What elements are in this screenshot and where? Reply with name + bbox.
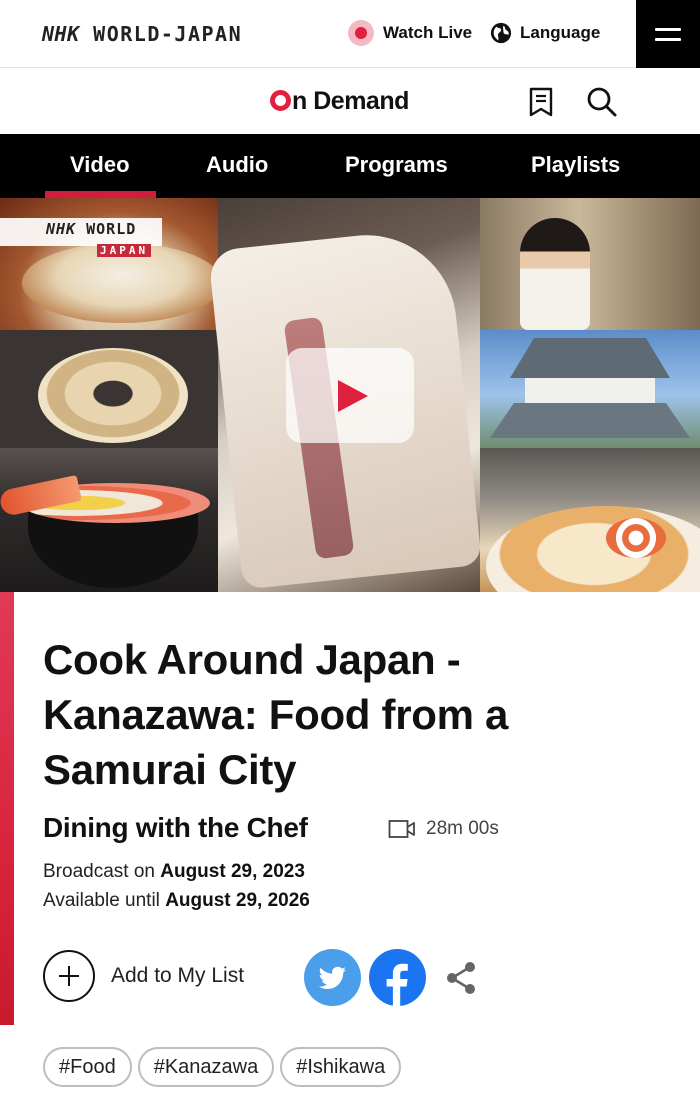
thumbnail-tile-market: [480, 198, 700, 330]
broadcast-date-line: Broadcast on August 29, 2023: [43, 861, 305, 883]
twitter-share-button[interactable]: [304, 949, 361, 1006]
castle-roof-image: [510, 338, 670, 378]
available-until-line: Available until August 29, 2026: [43, 890, 310, 912]
broadcast-prefix: Broadcast on: [43, 861, 155, 882]
logo-text: WORLD-JAPAN: [93, 22, 243, 46]
ring-bread-image: [38, 348, 188, 443]
episode-duration: 28m 00s: [388, 818, 499, 840]
nhk-world-japan-logo[interactable]: NHK WORLD-JAPAN: [42, 22, 242, 46]
accent-bar: [0, 592, 14, 1025]
language-label: Language: [520, 23, 601, 42]
castle-lower-roof-image: [490, 403, 690, 438]
tag-kanazawa[interactable]: #Kanazawa: [137, 1047, 275, 1087]
available-date: August 29, 2026: [165, 890, 310, 911]
watch-live-label: Watch Live: [383, 23, 473, 42]
menu-icon-line: [655, 37, 681, 41]
facebook-share-button[interactable]: [369, 949, 426, 1006]
search-icon[interactable]: [586, 86, 618, 118]
program-name-link[interactable]: Dining with the Chef: [43, 812, 308, 844]
nhk-world-badge: NHK WORLD JAPAN: [0, 218, 162, 257]
menu-button[interactable]: [636, 0, 700, 68]
duration-text: 28m 00s: [426, 818, 499, 839]
on-demand-word: Demand: [313, 87, 409, 115]
on-demand-letter: n: [292, 87, 307, 115]
twitter-icon: [318, 966, 346, 989]
available-prefix: Available until: [43, 890, 160, 911]
naruto-image: [606, 518, 666, 558]
menu-icon: [655, 27, 681, 31]
facebook-icon: [386, 963, 408, 1006]
globe-icon: [490, 22, 512, 44]
video-camera-icon: [388, 820, 415, 838]
add-to-my-list-button[interactable]: Add to My List: [43, 950, 244, 1002]
tag-food[interactable]: #Food: [43, 1047, 132, 1087]
tab-programs[interactable]: Programs: [345, 152, 448, 178]
tab-playlists[interactable]: Playlists: [531, 152, 620, 178]
add-to-my-list-label: Add to My List: [111, 964, 245, 987]
on-demand-logo[interactable]: n Demand: [270, 87, 409, 116]
language-button[interactable]: Language: [490, 22, 600, 44]
play-button[interactable]: [286, 348, 414, 443]
badge-brand: NHK: [46, 220, 77, 238]
nav-tabs: Video Audio Programs Playlists: [0, 134, 700, 198]
tab-video[interactable]: Video: [45, 152, 155, 198]
badge-text: WORLD: [86, 220, 137, 238]
episode-title: Cook Around Japan - Kanazawa: Food from …: [43, 636, 509, 793]
top-header: NHK WORLD-JAPAN Watch Live Language: [0, 0, 700, 68]
on-demand-bar: n Demand: [0, 69, 700, 134]
broadcast-date: August 29, 2023: [160, 861, 305, 882]
plus-icon: [43, 950, 95, 1002]
badge-sub: JAPAN: [97, 244, 152, 257]
watch-live-button[interactable]: Watch Live: [348, 20, 472, 46]
logo-brand: NHK: [42, 22, 80, 46]
bookmark-icon[interactable]: [528, 87, 554, 117]
presenter-image: [520, 218, 590, 330]
tab-audio[interactable]: Audio: [206, 152, 268, 178]
tag-ishikawa[interactable]: #Ishikawa: [280, 1047, 402, 1087]
share-icon[interactable]: [441, 958, 481, 998]
live-dot-icon: [348, 20, 374, 46]
tag-list: #Food #Kanazawa #Ishikawa: [43, 1047, 402, 1087]
on-demand-o-icon: [270, 90, 291, 111]
